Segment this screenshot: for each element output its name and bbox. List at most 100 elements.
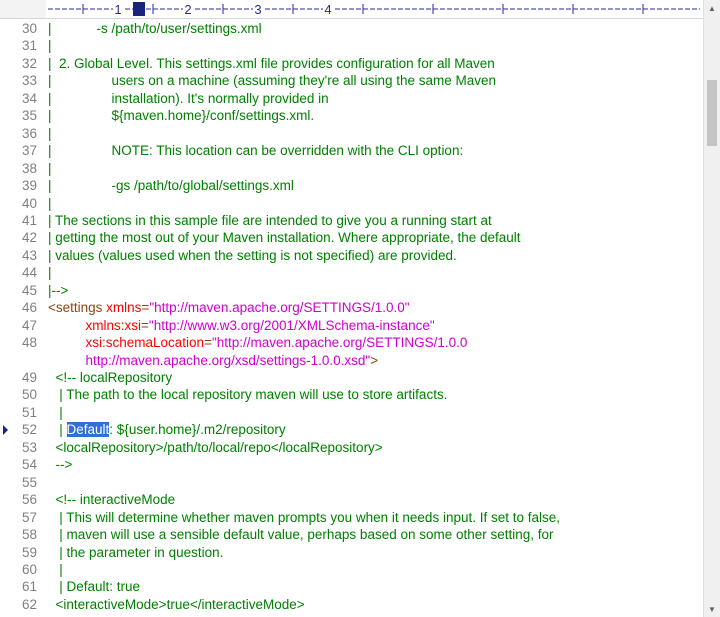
line-text[interactable]: |--> xyxy=(48,282,68,299)
code-line[interactable]: 62 <interactiveMode>true</interactiveMod… xyxy=(0,596,704,613)
line-number: 33 xyxy=(21,73,37,89)
arrow-down-icon[interactable]: ▼ xyxy=(704,601,720,617)
code-line[interactable]: 32 | 2. Global Level. This settings.xml f… xyxy=(0,55,704,72)
line-number: 47 xyxy=(21,317,37,333)
code-line[interactable]: 38 | xyxy=(0,160,704,177)
code-token: = xyxy=(204,335,212,351)
code-line[interactable]: 50 | The path to the local repository ma… xyxy=(0,386,704,403)
code-token: | getting the most out of your Maven ins… xyxy=(48,230,521,246)
code-line[interactable]: http://maven.apache.org/xsd/settings-1.0… xyxy=(0,352,704,369)
code-line[interactable]: 58 | maven will use a sensible default v… xyxy=(0,526,704,543)
line-text[interactable]: --> xyxy=(48,456,73,473)
line-text[interactable]: | 2. Global Level. This settings.xml fil… xyxy=(48,55,495,72)
line-text[interactable]: <interactiveMode>true</interactiveMode> xyxy=(48,596,305,613)
line-text[interactable]: | Default: ${user.home}/.m2/repository xyxy=(48,421,286,438)
code-line[interactable]: 61 | Default: true xyxy=(0,578,704,595)
code-line[interactable]: 49 <!-- localRepository xyxy=(0,369,704,386)
code-line[interactable]: 31 | xyxy=(0,37,704,54)
line-number: 59 xyxy=(21,544,37,560)
ruler-graphic: 1 2 3 4 xyxy=(48,1,700,17)
line-text[interactable]: | ${maven.home}/conf/settings.xml. xyxy=(48,107,314,124)
ruler-label: 4 xyxy=(324,2,331,17)
line-text[interactable]: | -s /path/to/user/settings.xml xyxy=(48,20,262,37)
code-line[interactable]: 51 | xyxy=(0,404,704,421)
code-line[interactable]: 46 <settings xmlns="http://maven.apache.o… xyxy=(0,299,704,316)
line-text[interactable]: xmlns:xsi="http://www.w3.org/2001/XMLSch… xyxy=(48,317,435,334)
code-line[interactable]: 44 | xyxy=(0,264,704,281)
line-text[interactable]: xsi:schemaLocation="http://maven.apache.… xyxy=(48,334,468,351)
code-line[interactable]: 47 xmlns:xsi="http://www.w3.org/2001/XML… xyxy=(0,317,704,334)
line-text[interactable]: <localRepository>/path/to/local/repo</lo… xyxy=(48,439,383,456)
code-line[interactable]: 56 <!-- interactiveMode xyxy=(0,491,704,508)
line-text[interactable]: | NOTE: This location can be overridden … xyxy=(48,142,463,159)
line-text[interactable]: | xyxy=(48,160,52,177)
code-token: | xyxy=(48,404,63,420)
line-text[interactable]: | getting the most out of your Maven ins… xyxy=(48,229,521,246)
line-text[interactable]: <!-- localRepository xyxy=(48,369,173,386)
code-line[interactable]: 34 | installation). It's normally provide… xyxy=(0,90,704,107)
code-token: | The path to the local repository maven… xyxy=(48,387,448,403)
line-text[interactable]: | The path to the local repository maven… xyxy=(48,386,447,403)
line-text[interactable]: | The sections in this sample file are i… xyxy=(48,212,492,229)
code-token: = xyxy=(141,317,149,333)
line-number: 42 xyxy=(21,230,37,246)
scrollbar-thumb[interactable] xyxy=(707,80,717,146)
code-line[interactable]: 35 | ${maven.home}/conf/settings.xml. xyxy=(0,107,704,124)
line-number: 34 xyxy=(21,90,37,106)
column-ruler: 1 2 3 4 xyxy=(0,0,704,19)
line-text[interactable]: | xyxy=(48,195,52,212)
line-text[interactable]: | xyxy=(48,404,63,421)
line-text[interactable]: <settings xmlns="http://maven.apache.org… xyxy=(48,299,410,316)
line-text[interactable]: | xyxy=(48,125,52,142)
code-line[interactable]: 60 | xyxy=(0,561,704,578)
code-line[interactable]: 53 <localRepository>/path/to/local/repo<… xyxy=(0,439,704,456)
line-text[interactable]: | -gs /path/to/global/settings.xml xyxy=(48,177,294,194)
line-text[interactable]: | the parameter in question. xyxy=(48,544,223,561)
code-line[interactable]: 36 | xyxy=(0,125,704,142)
code-line[interactable]: 52 | Default: ${user.home}/.m2/repositor… xyxy=(0,421,704,438)
code-line[interactable]: 33 | users on a machine (assuming they're… xyxy=(0,72,704,89)
selected-text: Default xyxy=(66,422,110,438)
line-text[interactable]: | xyxy=(48,37,52,54)
vertical-scrollbar[interactable]: ▲ ▼ xyxy=(703,0,720,617)
code-line[interactable]: 59 | the parameter in question. xyxy=(0,544,704,561)
code-token: | xyxy=(48,125,52,141)
code-line[interactable]: 41 | The sections in this sample file are… xyxy=(0,212,704,229)
code-token: "http://www.w3.org/2001/XMLSchema-instan… xyxy=(148,317,435,333)
line-text[interactable]: | This will determine whether maven prom… xyxy=(48,509,560,526)
line-text[interactable]: <!-- interactiveMode xyxy=(48,491,176,508)
code-token: | maven will use a sensible default valu… xyxy=(48,527,554,543)
line-text[interactable]: | installation). It's normally provided … xyxy=(48,90,329,107)
code-line[interactable]: 40 | xyxy=(0,195,704,212)
line-number: 57 xyxy=(21,509,37,525)
code-token: | the parameter in question. xyxy=(48,544,224,560)
line-number: 40 xyxy=(21,195,37,211)
code-line[interactable]: 30 | -s /path/to/user/settings.xml xyxy=(0,20,704,37)
code-token: | xyxy=(48,561,63,577)
text-editor[interactable]: 30 | -s /path/to/user/settings.xml 31 | 32 | … xyxy=(0,19,704,617)
code-line[interactable]: 37 | NOTE: This location can be overridde… xyxy=(0,142,704,159)
code-line[interactable]: 57 | This will determine whether maven p… xyxy=(0,509,704,526)
line-text[interactable]: | Default: true xyxy=(48,578,140,595)
line-text[interactable]: | values (values used when the setting i… xyxy=(48,247,457,264)
code-line[interactable]: 43 | values (values used when the setting… xyxy=(0,247,704,264)
line-text[interactable]: | maven will use a sensible default valu… xyxy=(48,526,554,543)
line-text[interactable]: | xyxy=(48,561,63,578)
line-text[interactable]: | xyxy=(48,264,52,281)
line-number: 45 xyxy=(21,282,37,298)
line-text[interactable]: http://maven.apache.org/xsd/settings-1.0… xyxy=(48,352,379,369)
code-line[interactable]: 54 --> xyxy=(0,456,704,473)
code-line[interactable]: 45 |--> xyxy=(0,282,704,299)
line-number: 49 xyxy=(21,370,37,385)
line-text[interactable]: | users on a machine (assuming they're a… xyxy=(48,72,496,89)
code-token: <!-- interactiveMode xyxy=(48,492,176,508)
code-line[interactable]: 48 xsi:schemaLocation="http://maven.apac… xyxy=(0,334,704,351)
arrow-up-icon[interactable]: ▲ xyxy=(704,0,720,16)
code-token: --> xyxy=(48,457,73,473)
code-line[interactable]: 55 xyxy=(0,474,704,491)
code-line[interactable]: 39 | -gs /path/to/global/settings.xml xyxy=(0,177,704,194)
code-line[interactable]: 42 | getting the most out of your Maven i… xyxy=(0,229,704,246)
line-number: 61 xyxy=(21,579,37,595)
code-token: | 2. Global Level. This settings.xml fil… xyxy=(48,55,495,71)
line-number: 46 xyxy=(21,300,37,316)
